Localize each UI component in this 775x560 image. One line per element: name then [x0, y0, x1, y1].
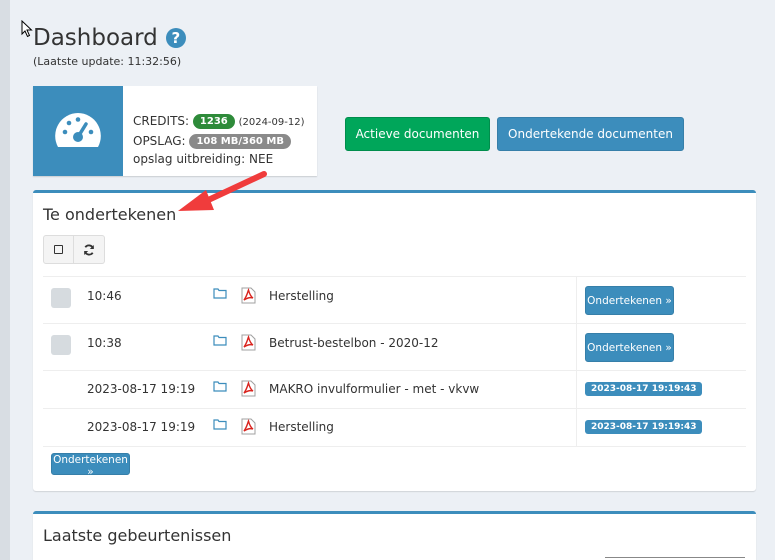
credits-date: (2024-09-12) — [238, 117, 305, 128]
storage-label: OPSLAG: — [133, 134, 186, 148]
sign-button[interactable]: Ondertekenen » — [585, 286, 674, 315]
folder-icon[interactable] — [213, 287, 227, 302]
row-action-cell: 2023-08-17 19:19:43 — [576, 409, 746, 446]
row-time: 10:38 — [87, 336, 122, 350]
table-row: 10:38 Betrust-bestelbon - 2020-12 Ondert… — [43, 323, 746, 370]
info-box-text: CREDITS: 1236 (2024-09-12) OPSLAG: 108 M… — [123, 86, 305, 176]
row-action-cell: 2023-08-17 19:19:43 — [576, 371, 746, 408]
main-content: Dashboard ? (Laatste update: 11:32:56) C… — [14, 0, 775, 560]
select-all-button[interactable] — [43, 235, 74, 264]
document-name[interactable]: Herstelling — [269, 289, 334, 303]
row-checkbox[interactable] — [51, 288, 71, 308]
row-time: 2023-08-17 19:19 — [87, 382, 196, 396]
credits-label: CREDITS: — [133, 114, 190, 128]
row-time: 2023-08-17 19:19 — [87, 420, 196, 434]
info-box-icon-area — [33, 86, 123, 176]
sidebar-edge — [0, 0, 10, 560]
refresh-icon — [84, 244, 94, 255]
table-row: 2023-08-17 19:19 Herstelling 2023-08-17 … — [43, 408, 746, 446]
pdf-file-icon — [241, 287, 256, 307]
signed-date-label: 2023-08-17 19:19:43 — [585, 382, 703, 396]
to-sign-toolbar — [43, 235, 105, 264]
folder-icon[interactable] — [213, 418, 227, 433]
page-title: Dashboard ? — [33, 25, 186, 51]
list-bottom-divider — [43, 446, 746, 447]
credits-badge: 1236 — [192, 114, 235, 129]
folder-icon[interactable] — [213, 334, 227, 349]
credits-line: CREDITS: 1236 (2024-09-12) — [133, 112, 305, 132]
table-row: 2023-08-17 19:19 MAKRO invulformulier - … — [43, 370, 746, 408]
storage-badge: 108 MB/360 MB — [189, 134, 291, 149]
pdf-file-icon — [241, 334, 256, 354]
row-action-cell: Ondertekenen » — [576, 277, 746, 323]
document-name[interactable]: Herstelling — [269, 420, 334, 434]
refresh-button[interactable] — [74, 235, 105, 264]
row-checkbox[interactable] — [51, 335, 71, 355]
storage-extension-text: opslag uitbreiding: NEE — [133, 152, 274, 166]
storage-info-box: CREDITS: 1236 (2024-09-12) OPSLAG: 108 M… — [33, 86, 317, 176]
to-sign-panel: Te ondertekenen 10:46 Herstelling Ondert… — [33, 190, 756, 491]
signed-date-label: 2023-08-17 19:19:43 — [585, 420, 703, 434]
storage-line: OPSLAG: 108 MB/360 MB — [133, 132, 305, 150]
sign-button[interactable]: Ondertekenen » — [585, 333, 674, 362]
pdf-file-icon — [241, 418, 256, 438]
mouse-cursor-icon — [21, 20, 33, 38]
checkbox-icon — [54, 245, 63, 254]
recent-events-panel: Laatste gebeurtenissen — [33, 511, 756, 560]
folder-icon[interactable] — [213, 380, 227, 395]
dashboard-gauge-icon — [55, 113, 101, 147]
active-documents-button[interactable]: Actieve documenten — [345, 117, 490, 151]
last-update-text: (Laatste update: 11:32:56) — [33, 55, 182, 68]
signed-documents-button[interactable]: Ondertekende documenten — [497, 117, 684, 151]
row-time: 10:46 — [87, 289, 122, 303]
row-action-cell: Ondertekenen » — [576, 324, 746, 370]
to-sign-list: 10:46 Herstelling Ondertekenen » 10:38 B… — [43, 276, 746, 447]
page-title-text: Dashboard — [33, 25, 158, 51]
bulk-sign-button[interactable]: Ondertekenen » — [51, 453, 130, 478]
document-name[interactable]: MAKRO invulformulier - met - vkvw — [269, 382, 479, 396]
recent-events-title: Laatste gebeurtenissen — [43, 526, 232, 545]
help-icon[interactable]: ? — [165, 28, 186, 48]
events-filter-edge — [605, 557, 745, 558]
table-row: 10:46 Herstelling Ondertekenen » — [43, 276, 746, 323]
pdf-file-icon — [241, 380, 256, 400]
to-sign-title: Te ondertekenen — [43, 205, 177, 224]
document-name[interactable]: Betrust-bestelbon - 2020-12 — [269, 336, 438, 350]
